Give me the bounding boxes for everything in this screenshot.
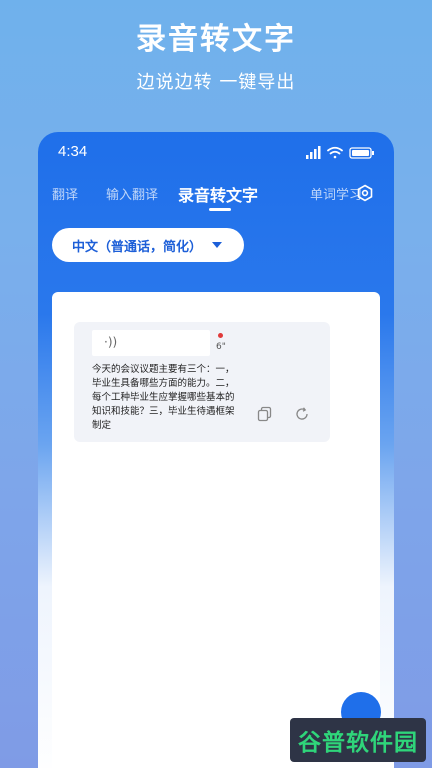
language-selector[interactable]: 中文（普通话，简化） bbox=[52, 228, 244, 262]
content-card: ·)) 6" 今天的会议议题主要有三个：一，毕业生具备哪些方面的能力。二，每个工… bbox=[52, 292, 380, 768]
recording-dot bbox=[218, 333, 223, 338]
tab-active-indicator bbox=[209, 208, 231, 211]
status-bar: 4:34 bbox=[38, 132, 394, 172]
caret-down-icon bbox=[212, 242, 223, 248]
tab-recording-to-text[interactable]: 录音转文字 bbox=[178, 182, 258, 206]
tab-input-translate[interactable]: 输入翻译 bbox=[106, 184, 158, 203]
phone-screen: 4:34 翻译 输入翻译 录音转文字 单词学习 中文（普通话，简化） ·)) 6… bbox=[38, 132, 394, 768]
transcript-card[interactable]: ·)) 6" 今天的会议议题主要有三个：一，毕业生具备哪些方面的能力。二，每个工… bbox=[74, 322, 330, 442]
signal-icon bbox=[306, 146, 321, 159]
tab-translate[interactable]: 翻译 bbox=[52, 184, 78, 203]
status-time: 4:34 bbox=[58, 143, 88, 160]
wifi-icon bbox=[327, 146, 343, 159]
audio-duration: 6" bbox=[216, 342, 226, 352]
watermark-text: 谷普软件园 bbox=[298, 730, 418, 756]
watermark: 谷普软件园 bbox=[290, 718, 426, 762]
retry-icon[interactable] bbox=[294, 406, 310, 422]
status-icons bbox=[306, 146, 374, 159]
tab-bar: 翻译 输入翻译 录音转文字 单词学习 bbox=[38, 176, 394, 216]
battery-icon bbox=[349, 147, 374, 159]
settings-icon[interactable] bbox=[356, 184, 374, 202]
audio-player[interactable]: ·)) bbox=[92, 330, 210, 356]
promo-title: 录音转文字 bbox=[136, 22, 296, 57]
copy-icon[interactable] bbox=[257, 406, 273, 422]
audio-wave-icon: ·)) bbox=[104, 335, 118, 349]
promo-subtitle: 边说边转 一键导出 bbox=[136, 72, 296, 93]
tab-word-study[interactable]: 单词学习 bbox=[310, 184, 362, 203]
transcript-text: 今天的会议议题主要有三个：一，毕业生具备哪些方面的能力。二，每个工种毕业生应掌握… bbox=[92, 364, 235, 431]
language-selector-label: 中文（普通话，简化） bbox=[72, 239, 203, 255]
